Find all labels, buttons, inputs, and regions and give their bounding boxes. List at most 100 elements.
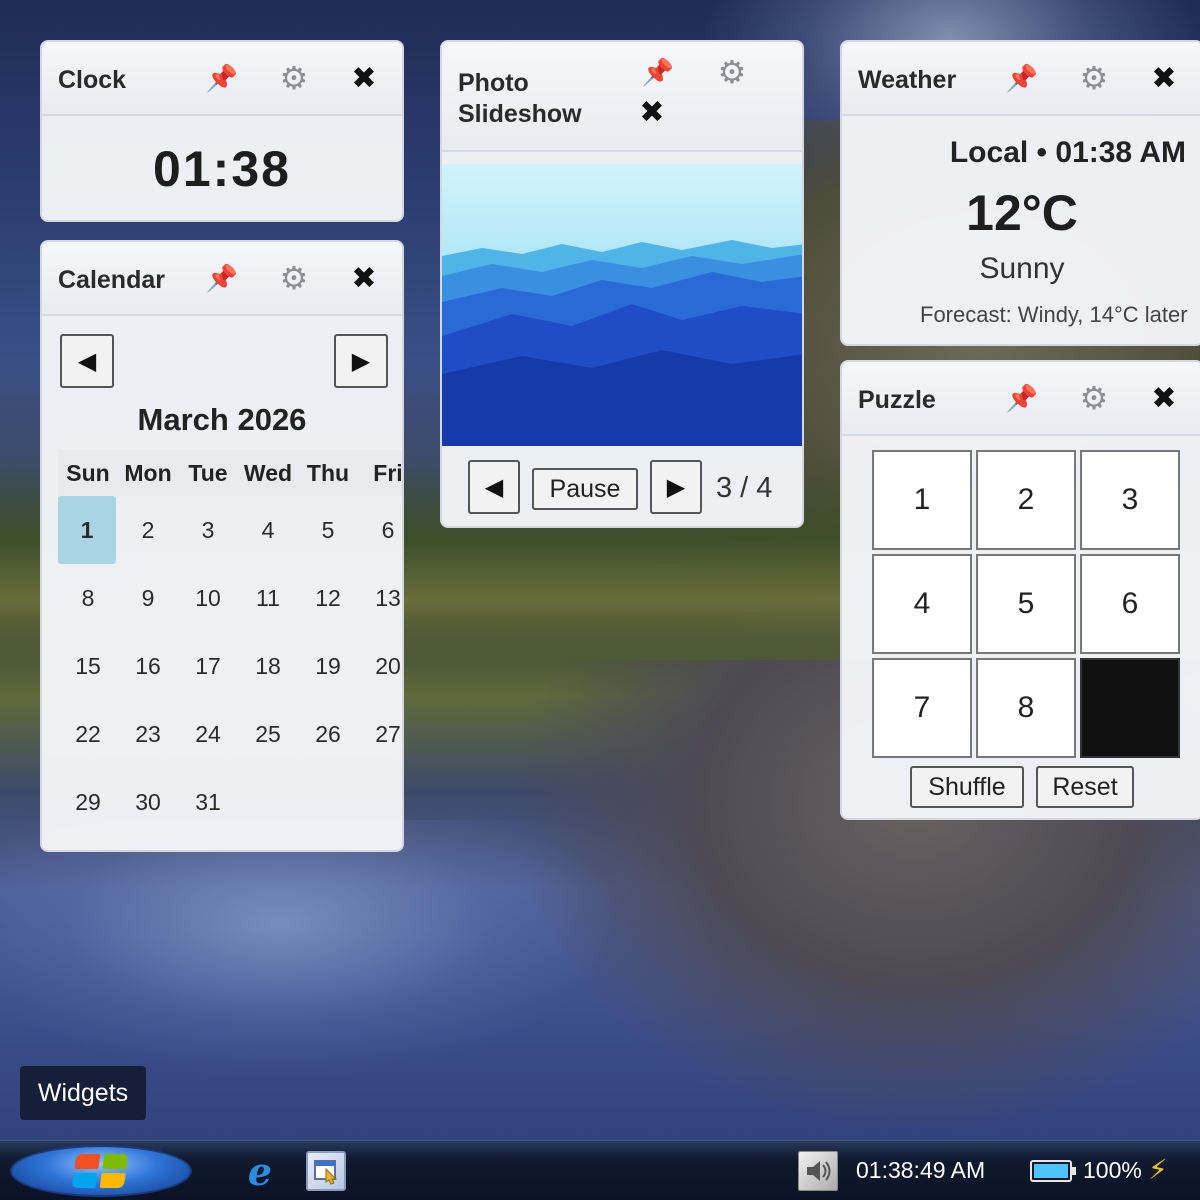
slideshow-widget-header[interactable]: Photo Slideshow 📌 ⚙ ✖	[442, 42, 802, 152]
calendar-days: 1 2 3 4 5 6 8 9 10 11 12 13 15 16 17 18 19 20 22 23 24 25 26 27…	[58, 496, 402, 836]
calendar-week-row: 29 30 31	[58, 768, 402, 836]
puzzle-tile[interactable]: 4	[872, 554, 972, 654]
calendar-next-button[interactable]: ▶	[334, 334, 388, 388]
calendar-day[interactable]: 20	[358, 632, 402, 700]
slideshow-counter: 3 / 4	[716, 472, 773, 504]
calendar-day[interactable]: 17	[178, 632, 238, 700]
pin-icon[interactable]: 📌	[640, 54, 676, 90]
puzzle-tile[interactable]: 6	[1080, 554, 1180, 654]
calendar-day[interactable]: 23	[118, 700, 178, 768]
clock-time: 01:38	[153, 141, 291, 197]
close-icon[interactable]: ✖	[346, 60, 382, 96]
windows-logo-icon	[71, 1154, 131, 1188]
calendar-widget-title: Calendar	[58, 266, 165, 294]
calendar-day[interactable]: 26	[298, 700, 358, 768]
slideshow-prev-button[interactable]: ◀	[468, 460, 520, 514]
calendar-day[interactable]: 22	[58, 700, 118, 768]
calendar-day[interactable]: 2	[118, 496, 178, 564]
calendar-day[interactable]: 24	[178, 700, 238, 768]
slideshow-title-line1: Photo	[458, 69, 529, 97]
clock-widget: Clock 📌 ⚙ ✖ 01:38	[40, 40, 404, 222]
calendar-day[interactable]: 10	[178, 564, 238, 632]
slideshow-controls: ◀ Pause ▶ 3 / 4	[442, 460, 802, 516]
close-icon[interactable]: ✖	[346, 260, 382, 296]
taskbar: e 01:38:49 AM 100% ⚡	[0, 1140, 1200, 1200]
battery-percent: 100%	[1083, 1157, 1142, 1183]
calendar-weekday-header: Sun	[66, 459, 110, 486]
start-button[interactable]	[10, 1145, 192, 1197]
shuffle-button[interactable]: Shuffle	[910, 766, 1024, 808]
calendar-day[interactable]: 3	[178, 496, 238, 564]
calendar-day-today[interactable]: 1	[58, 496, 116, 564]
mountain-landscape-image	[442, 164, 802, 446]
close-icon[interactable]: ✖	[1146, 380, 1182, 416]
gear-icon[interactable]: ⚙	[276, 260, 312, 296]
calendar-day[interactable]: 4	[238, 496, 298, 564]
gear-icon[interactable]: ⚙	[1076, 380, 1112, 416]
calendar-prev-button[interactable]: ◀	[60, 334, 114, 388]
calendar-day[interactable]: 30	[118, 768, 178, 836]
calendar-widget-header[interactable]: Calendar 📌 ⚙ ✖	[42, 242, 402, 316]
close-icon[interactable]: ✖	[634, 94, 670, 130]
weather-condition: Sunny	[979, 252, 1065, 285]
calendar-weekday-header: Tue	[188, 459, 228, 486]
calendar-day[interactable]: 25	[238, 700, 298, 768]
calendar-widget: Calendar 📌 ⚙ ✖ ◀ ▶ March 2026 Sun Mon Tue W…	[40, 240, 404, 852]
pin-icon[interactable]: 📌	[204, 60, 240, 96]
slideshow-next-button[interactable]: ▶	[650, 460, 702, 514]
calendar-day[interactable]: 31	[178, 768, 238, 836]
clock-widget-title: Clock	[58, 66, 127, 94]
puzzle-tile[interactable]: 8	[976, 658, 1076, 758]
weather-forecast: Forecast: Windy, 14°C later	[920, 302, 1188, 327]
slideshow-widget-title: Photo Slideshow	[458, 68, 582, 130]
calendar-day[interactable]: 11	[238, 564, 298, 632]
calendar-day[interactable]: 9	[118, 564, 178, 632]
puzzle-tile[interactable]: 1	[872, 450, 972, 550]
weather-widget-title: Weather	[858, 66, 957, 94]
speaker-icon[interactable]	[798, 1151, 838, 1191]
gear-icon[interactable]: ⚙	[714, 54, 750, 90]
calendar-day[interactable]: 19	[298, 632, 358, 700]
reset-button[interactable]: Reset	[1036, 766, 1134, 808]
calendar-weekday-header: Mon	[124, 459, 172, 486]
calendar-day[interactable]: 18	[238, 632, 298, 700]
calendar-day[interactable]: 13	[358, 564, 402, 632]
clock-widget-header[interactable]: Clock 📌 ⚙ ✖	[42, 42, 402, 116]
battery-icon[interactable]	[1030, 1160, 1076, 1182]
puzzle-empty-tile[interactable]	[1080, 658, 1180, 758]
puzzle-widget-header[interactable]: Puzzle 📌 ⚙ ✖	[842, 362, 1200, 436]
calendar-grid: Sun Mon Tue Wed Thu Fri 1 2 3 4 5 6 8 9 10 11 12 13 15 16 1…	[58, 450, 402, 836]
gear-icon[interactable]: ⚙	[276, 60, 312, 96]
calendar-day[interactable]: 29	[58, 768, 118, 836]
calendar-day[interactable]: 8	[58, 564, 118, 632]
widgets-launcher-button[interactable]: Widgets	[20, 1066, 146, 1120]
weather-widget-header[interactable]: Weather 📌 ⚙ ✖	[842, 42, 1200, 116]
calendar-week-row: 8 9 10 11 12 13	[58, 564, 402, 632]
puzzle-tile[interactable]: 3	[1080, 450, 1180, 550]
calendar-weekday-header: Thu	[306, 459, 350, 486]
calendar-day[interactable]: 6	[358, 496, 402, 564]
slideshow-pause-button[interactable]: Pause	[532, 468, 638, 510]
internet-explorer-icon[interactable]: e	[240, 1149, 280, 1194]
calendar-day[interactable]: 16	[118, 632, 178, 700]
pin-icon[interactable]: 📌	[204, 260, 240, 296]
weather-widget: Weather 📌 ⚙ ✖ Local • 01:38 AM 12°C Sunn…	[840, 40, 1200, 346]
puzzle-tile[interactable]: 2	[976, 450, 1076, 550]
puzzle-board: 123 456 78	[872, 450, 1182, 760]
calendar-day[interactable]: 27	[358, 700, 402, 768]
calendar-day	[238, 768, 298, 836]
puzzle-widget: Puzzle 📌 ⚙ ✖ 123 456 78 Shuffle Reset	[840, 360, 1200, 820]
close-icon[interactable]: ✖	[1146, 60, 1182, 96]
puzzle-tile[interactable]: 5	[976, 554, 1076, 654]
puzzle-tile[interactable]: 7	[872, 658, 972, 758]
taskbar-clock[interactable]: 01:38:49 AM	[856, 1157, 985, 1184]
pin-icon[interactable]: 📌	[1004, 380, 1040, 416]
app-window-icon[interactable]	[306, 1151, 346, 1191]
calendar-month-label: March 2026	[137, 402, 307, 437]
gear-icon[interactable]: ⚙	[1076, 60, 1112, 96]
slideshow-photo	[442, 164, 802, 446]
calendar-day[interactable]: 15	[58, 632, 118, 700]
calendar-day[interactable]: 5	[298, 496, 358, 564]
calendar-day[interactable]: 12	[298, 564, 358, 632]
pin-icon[interactable]: 📌	[1004, 60, 1040, 96]
